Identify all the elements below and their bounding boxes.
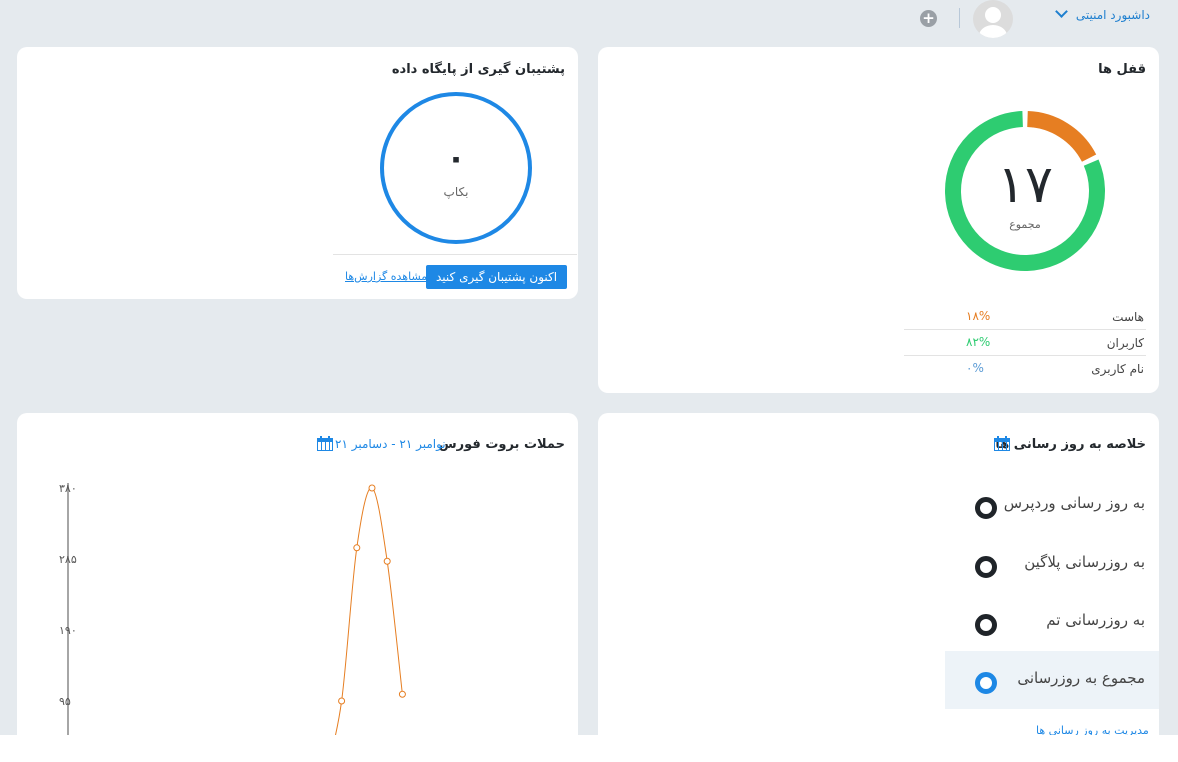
update-item-label: به روزرسانی پلاگین: [1024, 553, 1145, 571]
brute-force-chart: ۳۸۰ ۲۸۵ ۱۹۰ ۹۵: [59, 482, 406, 735]
stat-label: کاربران: [1106, 336, 1144, 350]
update-item-label: مجموع به روزرسانی: [1017, 669, 1145, 687]
avatar-body: [979, 25, 1007, 38]
status-circle-icon: [975, 672, 997, 694]
update-item-plugins[interactable]: به روزرسانی پلاگین: [945, 535, 1159, 593]
stat-label: نام کاربری: [1091, 362, 1144, 376]
updates-card: خلاصه به روز رسانی ها به روز رسانی وردپر…: [598, 413, 1159, 735]
divider: [959, 8, 960, 28]
backup-count-label: بکاپ: [443, 185, 469, 199]
update-item-wordpress[interactable]: به روز رسانی وردپرس: [945, 476, 1159, 534]
status-circle-icon: [975, 614, 997, 636]
update-item-label: به روز رسانی وردپرس: [1003, 494, 1145, 512]
plus-circle-icon[interactable]: +: [920, 10, 937, 27]
locks-total: ۱۷: [997, 155, 1053, 215]
stat-label: هاست: [1112, 310, 1144, 324]
data-point[interactable]: [383, 557, 391, 565]
y-tick-label: ۹۵: [59, 695, 71, 708]
stat-value: ۰%: [966, 361, 984, 375]
dashboard-background: داشبورد امنیتی + قفل ها ۱۷ مجموع هاست ۱۸…: [0, 0, 1178, 735]
dashboard-menu-label: داشبورد امنیتی: [1075, 8, 1150, 22]
locks-stat-row: هاست ۱۸%: [904, 304, 1146, 330]
backup-title: پشتیبان گیری از پایگاه داده: [391, 62, 565, 77]
update-item-total[interactable]: مجموع به روزرسانی: [945, 651, 1159, 709]
view-reports-link[interactable]: مشاهده گزارش‌ها: [345, 270, 427, 283]
locks-stat-row: کاربران ۸۲%: [904, 330, 1146, 356]
dashboard-menu[interactable]: داشبورد امنیتی: [1055, 5, 1150, 22]
update-item-label: به روزرسانی تم: [1046, 611, 1145, 629]
backup-card: پشتیبان گیری از پایگاه داده ۰ بکاپ اکنون…: [17, 47, 578, 299]
locks-card: قفل ها ۱۷ مجموع هاست ۱۸% کاربران ۸۲% نام…: [598, 47, 1159, 393]
brute-force-card: حملات بروت فورس نوامبر ۲۱ - دسامبر ۲۱ ۳۸…: [17, 413, 578, 735]
updates-title: خلاصه به روز رسانی ها: [995, 437, 1146, 452]
chevron-down-icon: [1055, 5, 1068, 18]
divider: [333, 254, 577, 255]
data-point[interactable]: [338, 697, 346, 705]
update-item-themes[interactable]: به روزرسانی تم: [945, 593, 1159, 651]
y-tick-label: ۲۸۵: [59, 553, 77, 566]
avatar-head: [985, 7, 1001, 23]
stat-value: ۱۸%: [966, 309, 991, 323]
locks-stat-row: نام کاربری ۰%: [904, 356, 1146, 381]
manage-updates-link[interactable]: مدیریت به روز رسانی ها: [1036, 724, 1149, 735]
calendar-icon[interactable]: [994, 436, 1010, 451]
status-circle-icon: [975, 556, 997, 578]
stat-value: ۸۲%: [966, 335, 991, 349]
data-point[interactable]: [353, 544, 361, 552]
backup-now-button[interactable]: اکنون پشتیبان گیری کنید: [426, 265, 568, 289]
status-circle-icon: [975, 497, 997, 519]
locks-total-label: مجموع: [1009, 218, 1041, 231]
series-line: [335, 487, 403, 735]
y-tick-label: ۱۹۰: [59, 624, 77, 637]
data-point[interactable]: [368, 484, 376, 492]
data-point[interactable]: [398, 690, 406, 698]
user-avatar[interactable]: [973, 0, 1013, 38]
y-tick-label: ۳۸۰: [59, 482, 77, 495]
backup-count: ۰: [446, 139, 466, 177]
